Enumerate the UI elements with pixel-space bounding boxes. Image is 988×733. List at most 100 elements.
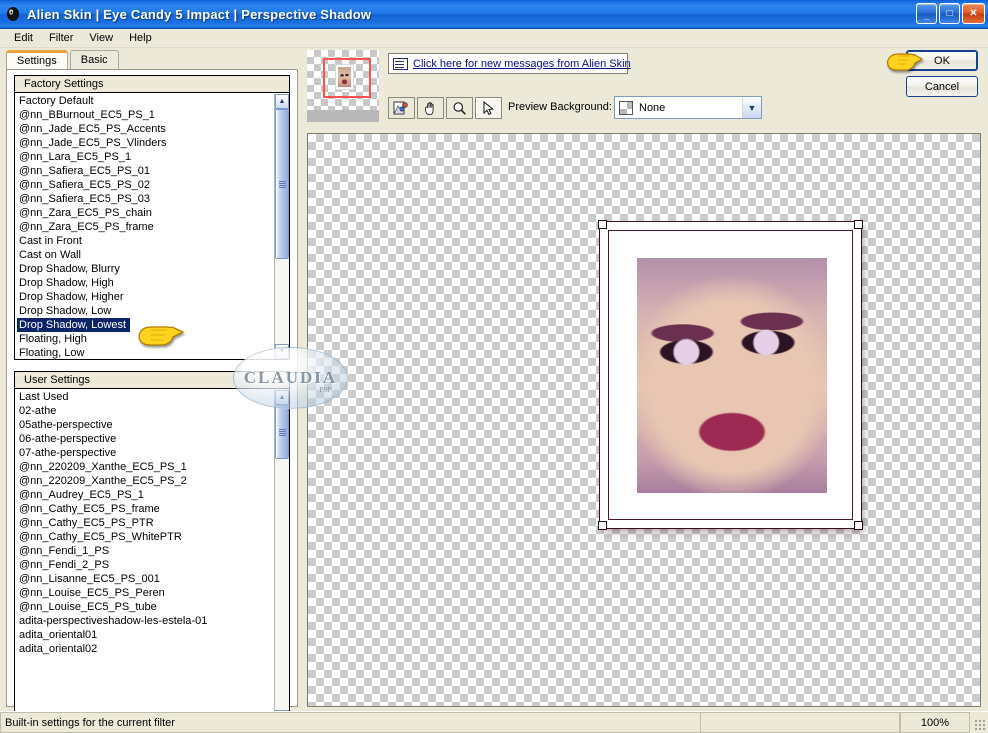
list-item[interactable]: 02-athe bbox=[17, 404, 274, 418]
list-item[interactable]: adita-perspectiveshadow-les-estela-01 bbox=[17, 614, 274, 628]
list-item[interactable]: @nn_Lara_EC5_PS_1 bbox=[17, 150, 274, 164]
tab-basic[interactable]: Basic bbox=[69, 50, 119, 69]
list-item[interactable]: Drop Shadow, Low bbox=[17, 304, 274, 318]
scroll-up-icon[interactable]: ▲ bbox=[275, 390, 289, 405]
list-item[interactable]: Drop Shadow, Lowest bbox=[17, 318, 131, 332]
minimize-button[interactable]: _ bbox=[916, 3, 937, 24]
factory-settings-list[interactable]: Factory Default @nn_BBurnout_EC5_PS_1 @nn_… bbox=[15, 94, 274, 359]
cancel-button[interactable]: Cancel bbox=[906, 76, 978, 97]
list-item[interactable]: Last Used bbox=[17, 390, 274, 404]
close-button[interactable]: ✕ bbox=[962, 3, 985, 24]
user-settings-list[interactable]: Last Used 02-athe 05athe-perspective 06-ath… bbox=[15, 390, 274, 725]
dialog-buttons: OK Cancel bbox=[906, 50, 978, 97]
maximize-icon: □ bbox=[946, 7, 953, 19]
list-item[interactable]: @nn_BBurnout_EC5_PS_1 bbox=[17, 108, 274, 122]
grip-icon bbox=[278, 428, 286, 436]
list-item[interactable]: @nn_220209_Xanthe_EC5_PS_2 bbox=[17, 474, 274, 488]
factory-settings-group: Factory Settings Factory Default @nn_BBur… bbox=[14, 75, 290, 360]
list-item[interactable]: @nn_Safiera_EC5_PS_01 bbox=[17, 164, 274, 178]
list-item[interactable]: @nn_Jade_EC5_PS_Accents bbox=[17, 122, 274, 136]
tool-buttons bbox=[388, 97, 504, 119]
list-item[interactable]: @nn_Jade_EC5_PS_Vlinders bbox=[17, 136, 274, 150]
left-panel: Settings Basic Factory Settings Factory … bbox=[0, 48, 305, 726]
factory-scroll-track[interactable] bbox=[275, 109, 289, 344]
menu-item-help[interactable]: Help bbox=[121, 30, 160, 46]
list-item[interactable]: Drop Shadow, Higher bbox=[17, 290, 274, 304]
cursor-arrow-icon bbox=[483, 100, 495, 115]
envelope-icon bbox=[393, 57, 408, 70]
list-item[interactable]: @nn_Fendi_1_PS bbox=[17, 544, 274, 558]
list-item[interactable]: Factory Default bbox=[17, 94, 274, 108]
alien-skin-message-bar[interactable]: Click here for new messages from Alien S… bbox=[388, 53, 631, 74]
list-item[interactable]: @nn_Zara_EC5_PS_chain bbox=[17, 206, 274, 220]
list-item[interactable]: @nn_Audrey_EC5_PS_1 bbox=[17, 488, 274, 502]
menu-item-view[interactable]: View bbox=[81, 30, 121, 46]
tab-settings[interactable]: Settings bbox=[6, 50, 68, 69]
list-item[interactable]: @nn_Safiera_EC5_PS_03 bbox=[17, 192, 274, 206]
window-title: Alien Skin | Eye Candy 5 Impact | Perspe… bbox=[27, 6, 372, 22]
user-settings-scrollbar[interactable]: ▲ ▼ bbox=[274, 390, 289, 725]
navigator-thumbnail[interactable] bbox=[307, 50, 379, 122]
list-item[interactable]: adita_oriental02 bbox=[17, 642, 274, 656]
list-item[interactable]: @nn_Louise_EC5_PS_tube bbox=[17, 600, 274, 614]
list-item[interactable]: @nn_Fendi_2_PS bbox=[17, 558, 274, 572]
selection-handle-top-right[interactable] bbox=[854, 220, 863, 229]
title-bar: Alien Skin | Eye Candy 5 Impact | Perspe… bbox=[0, 0, 988, 29]
list-item[interactable]: @nn_Louise_EC5_PS_Peren bbox=[17, 586, 274, 600]
selection-handle-bottom-right[interactable] bbox=[854, 521, 863, 530]
list-item[interactable]: adita_oriental01 bbox=[17, 628, 274, 642]
menu-bar: Edit Filter View Help bbox=[0, 29, 988, 48]
resize-grip[interactable] bbox=[970, 712, 988, 733]
list-item[interactable]: @nn_Zara_EC5_PS_frame bbox=[17, 220, 274, 234]
menu-item-filter[interactable]: Filter bbox=[41, 30, 81, 46]
chevron-down-icon[interactable]: ▼ bbox=[742, 97, 761, 118]
list-item[interactable]: @nn_Safiera_EC5_PS_02 bbox=[17, 178, 274, 192]
close-icon: ✕ bbox=[969, 7, 978, 19]
menu-item-edit[interactable]: Edit bbox=[6, 30, 41, 46]
list-item[interactable]: @nn_220209_Xanthe_EC5_PS_1 bbox=[17, 460, 274, 474]
user-settings-header: User Settings bbox=[15, 372, 289, 389]
grip-icon bbox=[278, 180, 286, 188]
scroll-down-icon[interactable]: ▼ bbox=[275, 344, 289, 359]
zoom-magnifier-tool[interactable] bbox=[446, 97, 473, 119]
selection-handle-bottom-left[interactable] bbox=[598, 521, 607, 530]
preview-compare-tool[interactable] bbox=[388, 97, 415, 119]
hand-pan-tool[interactable] bbox=[417, 97, 444, 119]
artboard[interactable] bbox=[598, 220, 863, 530]
user-settings-group: User Settings Last Used 02-athe 05athe-per… bbox=[14, 371, 290, 726]
user-scroll-thumb[interactable] bbox=[275, 405, 289, 459]
list-item[interactable]: @nn_Cathy_EC5_PS_frame bbox=[17, 502, 274, 516]
magnifier-icon bbox=[453, 101, 466, 115]
list-item[interactable]: Drop Shadow, High bbox=[17, 276, 274, 290]
status-message: Built-in settings for the current filter bbox=[0, 712, 700, 733]
portrait-photo bbox=[637, 258, 827, 493]
list-item[interactable]: 05athe-perspective bbox=[17, 418, 274, 432]
maximize-button[interactable]: □ bbox=[939, 3, 960, 24]
grip-dots-icon bbox=[974, 719, 986, 731]
tab-strip: Settings Basic bbox=[6, 50, 121, 69]
selection-handle-top-left[interactable] bbox=[598, 220, 607, 229]
preview-background-select[interactable]: None ▼ bbox=[614, 96, 762, 119]
factory-settings-scrollbar[interactable]: ▲ ▼ bbox=[274, 94, 289, 359]
hand-icon bbox=[424, 101, 434, 115]
list-item[interactable]: @nn_Cathy_EC5_PS_PTR bbox=[17, 516, 274, 530]
list-item[interactable]: Floating, High bbox=[17, 332, 274, 346]
new-messages-link[interactable]: Click here for new messages from Alien S… bbox=[413, 58, 631, 70]
select-arrow-tool[interactable] bbox=[475, 97, 502, 119]
user-scroll-track[interactable] bbox=[275, 405, 289, 710]
list-item[interactable]: 06-athe-perspective bbox=[17, 432, 274, 446]
ok-button[interactable]: OK bbox=[906, 50, 978, 71]
factory-scroll-thumb[interactable] bbox=[275, 109, 289, 259]
scroll-up-icon[interactable]: ▲ bbox=[275, 94, 289, 109]
list-item[interactable]: 07-athe-perspective bbox=[17, 446, 274, 460]
preview-canvas[interactable] bbox=[307, 133, 981, 707]
status-bar: Built-in settings for the current filter… bbox=[0, 711, 988, 733]
list-item[interactable]: Drop Shadow, Blurry bbox=[17, 262, 274, 276]
list-item[interactable]: Cast in Front bbox=[17, 234, 274, 248]
list-item[interactable]: Cast on Wall bbox=[17, 248, 274, 262]
list-item[interactable]: Floating, Low bbox=[17, 346, 274, 359]
alien-skin-logo-icon bbox=[4, 5, 22, 23]
list-item[interactable]: @nn_Lisanne_EC5_PS_001 bbox=[17, 572, 274, 586]
transparency-swatch-icon bbox=[619, 100, 633, 115]
list-item[interactable]: @nn_Cathy_EC5_PS_WhitePTR bbox=[17, 530, 274, 544]
